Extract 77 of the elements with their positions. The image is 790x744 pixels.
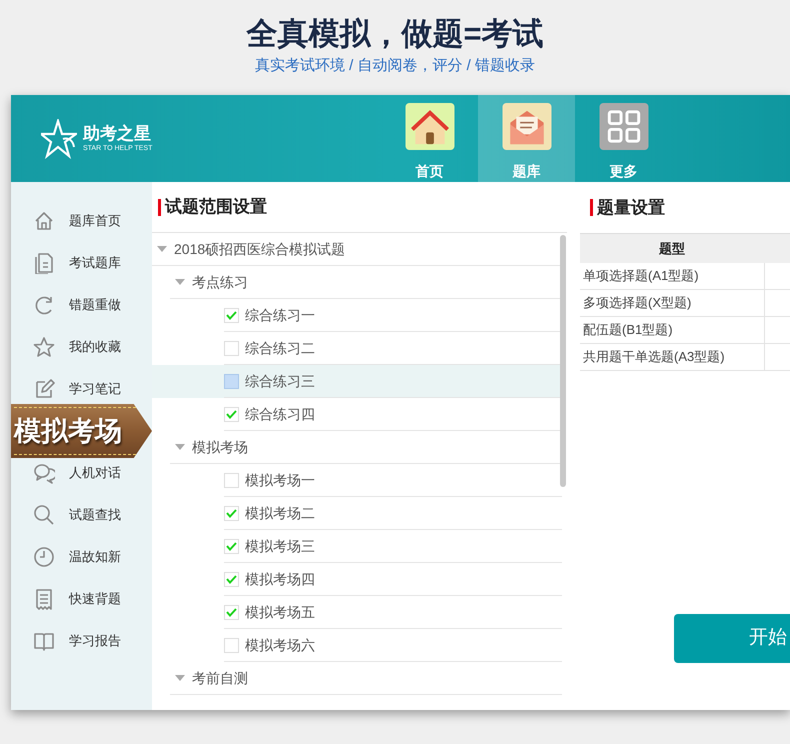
envelope-icon — [502, 103, 552, 150]
checkmark-icon — [226, 542, 237, 550]
table-cell-text: 单项选择题(A1型题) — [582, 267, 700, 286]
checkmark-icon — [226, 410, 237, 418]
tree-label: 综合练习三 — [245, 372, 315, 390]
expand-arrow-icon[interactable] — [175, 279, 185, 285]
checkbox[interactable] — [224, 506, 239, 520]
tree-label: 模拟考场六 — [245, 636, 315, 654]
house-icon — [404, 103, 454, 150]
expand-arrow-icon[interactable] — [157, 246, 167, 252]
star-icon — [33, 336, 55, 358]
checkmark-icon — [226, 608, 237, 616]
tree-label: 模拟考场 — [192, 438, 248, 456]
checkbox[interactable] — [224, 406, 239, 422]
panel-title: 试题范围设置 — [165, 196, 267, 218]
title-marker — [158, 198, 161, 216]
search-icon — [33, 504, 55, 526]
checkbox[interactable] — [224, 604, 239, 620]
checkbox[interactable] — [224, 538, 239, 554]
sidebar-item[interactable]: 题库首页 — [11, 206, 152, 236]
checkmark-icon — [226, 508, 237, 518]
table-cell-text: 多项选择题(X型题) — [582, 294, 692, 312]
sidebar-item[interactable]: 学习报告 — [11, 626, 152, 656]
panel-title: 题量设置 — [597, 196, 665, 219]
tree-row[interactable]: 综合练习三 — [152, 365, 562, 398]
tree-row[interactable]: 模拟考场三 — [152, 530, 562, 563]
sidebar-item[interactable]: 考试题库 — [11, 248, 152, 278]
checkmark-icon — [226, 574, 237, 584]
logo-name: 助考之星 — [83, 124, 152, 144]
tree-label: 考前自测 — [192, 668, 248, 688]
checkbox[interactable] — [224, 340, 239, 356]
chat-icon — [33, 462, 55, 484]
sidebar-item[interactable]: 我的收藏 — [11, 332, 152, 362]
tree-label: 模拟考场三 — [245, 536, 315, 556]
tree-label: 模拟考场五 — [245, 602, 315, 622]
home-icon — [33, 210, 55, 232]
checkbox[interactable] — [224, 572, 239, 586]
star-logo-icon — [41, 118, 77, 158]
tree-row[interactable]: 模拟考场六 — [152, 629, 562, 662]
document-icon — [33, 252, 55, 274]
tree-label: 模拟考场一 — [245, 470, 315, 490]
checkbox[interactable] — [224, 472, 239, 488]
tree-label: 综合练习四 — [245, 404, 315, 424]
tree-label: 综合练习二 — [245, 338, 315, 358]
checkmark-icon — [226, 310, 237, 320]
sidebar-item[interactable]: 试题查找 — [11, 500, 152, 530]
checkbox[interactable] — [224, 638, 239, 652]
sidebar-item[interactable]: 错题重做 — [11, 290, 152, 320]
tree-label: 综合练习一 — [245, 306, 315, 324]
expand-arrow-icon[interactable] — [175, 444, 185, 450]
title-marker — [590, 199, 593, 216]
grid-icon — [598, 103, 648, 150]
subheadline: 真实考试环境 / 自动阅卷，评分 / 错题收录 — [254, 56, 535, 76]
tree-label: 考点练习 — [192, 272, 248, 292]
sidebar-item[interactable]: 学习笔记 — [11, 374, 152, 404]
tree-row[interactable]: 模拟考场二 — [152, 497, 562, 530]
refresh-icon — [33, 294, 55, 316]
tree-label: 模拟考场四 — [245, 570, 315, 588]
sidebar-item[interactable]: 人机对话 — [11, 458, 152, 488]
tree-label: 2018硕招西医综合模拟试题 — [174, 240, 346, 258]
selected-sidebar-ribbon[interactable]: 模拟考场 — [11, 404, 152, 458]
column-header: 题型 — [658, 240, 686, 258]
tree-row[interactable]: 模拟考场五 — [152, 596, 562, 629]
headline: 全真模拟，做题=考试 — [246, 15, 544, 53]
book-icon — [33, 630, 55, 652]
tree-label: 模拟考场二 — [245, 504, 315, 522]
receipt-icon — [33, 588, 55, 610]
table-cell-text: 共用题干单选题(A3型题) — [582, 348, 726, 366]
pencil-icon — [33, 378, 55, 400]
sidebar-item[interactable]: 温故知新 — [11, 542, 152, 572]
checkbox[interactable] — [224, 374, 239, 388]
clock-icon — [33, 546, 55, 568]
tree-row[interactable]: 模拟考场四 — [152, 563, 562, 596]
sidebar-item[interactable]: 快速背题 — [11, 584, 152, 614]
expand-arrow-icon[interactable] — [175, 675, 185, 681]
table-cell-text: 配伍题(B1型题) — [582, 321, 674, 340]
checkbox[interactable] — [224, 308, 239, 322]
